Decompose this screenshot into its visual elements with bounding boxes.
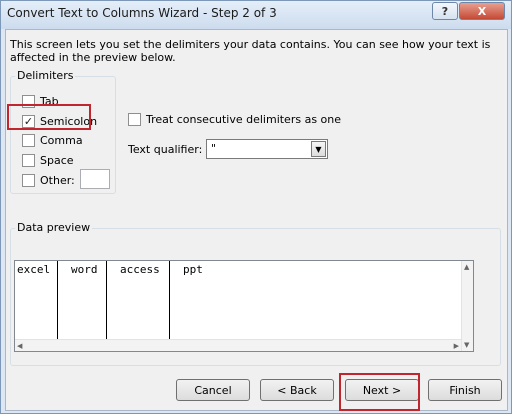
scroll-right-icon[interactable]: ▶ [454, 342, 459, 350]
preview-column-2: word [58, 261, 107, 339]
other-checkbox-box[interactable] [22, 173, 35, 187]
close-icon: X [477, 4, 487, 18]
chevron-down-icon[interactable]: ▼ [311, 141, 326, 157]
comma-checkbox[interactable]: Comma [22, 133, 83, 147]
preview-column-4: ppt [183, 263, 203, 276]
preview-column-3: access [107, 261, 170, 339]
other-delimiter-input[interactable] [80, 169, 110, 189]
wizard-window: Convert Text to Columns Wizard - Step 2 … [0, 0, 512, 414]
data-preview-legend: Data preview [15, 221, 93, 234]
space-checkbox-box[interactable] [22, 153, 35, 167]
consecutive-checkbox-box[interactable] [128, 112, 141, 126]
text-qualifier-select[interactable]: " ▼ [206, 139, 328, 159]
consecutive-delimiters-checkbox[interactable]: Treat consecutive delimiters as one [128, 112, 341, 126]
space-checkbox[interactable]: Space [22, 153, 74, 167]
text-qualifier-value: " [211, 142, 217, 155]
scroll-down-icon[interactable]: ▼ [464, 341, 469, 349]
comma-label: Comma [40, 133, 83, 147]
text-qualifier-label: Text qualifier: [128, 143, 203, 156]
scroll-left-icon[interactable]: ◀ [17, 342, 22, 350]
finish-button[interactable]: Finish [428, 379, 502, 401]
other-label: Other: [40, 173, 75, 187]
help-button[interactable]: ? [432, 2, 458, 20]
semicolon-highlight [7, 104, 91, 130]
other-checkbox[interactable]: Other: [22, 173, 75, 187]
cancel-button[interactable]: Cancel [176, 379, 250, 401]
preview-grid[interactable]: excel word access ppt ▲ ▼ ◀ ▶ [14, 260, 474, 352]
space-label: Space [40, 153, 74, 167]
window-title: Convert Text to Columns Wizard - Step 2 … [7, 6, 277, 20]
dialog-body: This screen lets you set the delimiters … [5, 29, 508, 411]
next-button-highlight [339, 373, 420, 411]
close-button[interactable]: X [459, 2, 505, 20]
consecutive-label: Treat consecutive delimiters as one [146, 112, 342, 126]
preview-horizontal-scrollbar[interactable]: ◀ ▶ [15, 339, 461, 351]
preview-vertical-scrollbar[interactable]: ▲ ▼ [461, 261, 473, 351]
title-bar[interactable]: Convert Text to Columns Wizard - Step 2 … [1, 1, 511, 29]
back-button[interactable]: < Back [260, 379, 334, 401]
preview-column-1: excel [15, 261, 58, 339]
delimiters-legend: Delimiters [15, 69, 76, 82]
scroll-up-icon[interactable]: ▲ [464, 263, 469, 271]
comma-checkbox-box[interactable] [22, 133, 35, 147]
instructions-text: This screen lets you set the delimiters … [10, 38, 491, 64]
help-icon: ? [441, 4, 449, 18]
